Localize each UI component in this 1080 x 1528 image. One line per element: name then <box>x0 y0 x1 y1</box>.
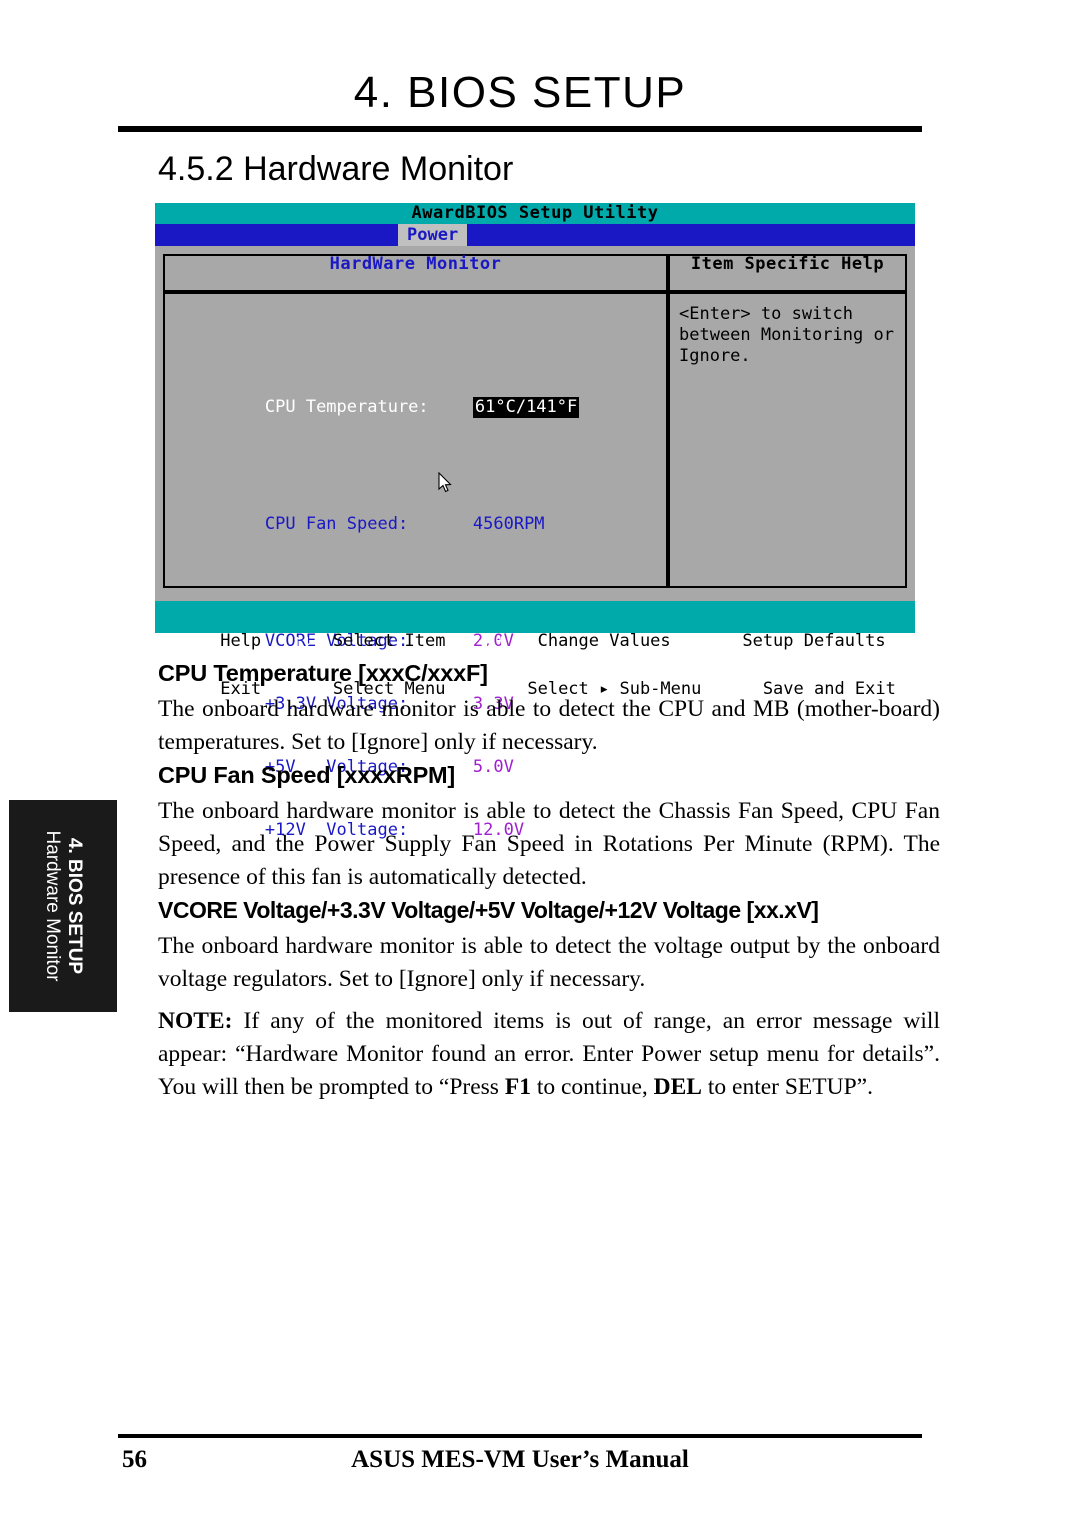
bios-setup-screenshot: AwardBIOS Setup Utility Power HardWare M… <box>155 203 915 840</box>
side-tab-section-label: Hardware Monitor <box>42 830 63 982</box>
paragraph-cpu-temperature: The onboard hardware monitor is able to … <box>158 696 940 755</box>
bios-key-legend-bar: F1 Help ↑↓ Select Item -/+ Change Values… <box>155 601 915 698</box>
item-specific-help-title: Item Specific Help <box>690 254 885 274</box>
bios-menu-bar: Power <box>155 224 915 246</box>
paragraph-cpu-fan-speed: The onboard hardware monitor is able to … <box>158 798 940 890</box>
note-part-3: to enter SETUP”. <box>701 1074 873 1100</box>
bios-content-area: HardWare Monitor Item Specific Help CPU … <box>155 246 915 840</box>
header-rule <box>118 126 922 132</box>
side-chapter-tab: 4. BIOS SETUP Hardware Monitor <box>9 800 117 1012</box>
heading-cpu-fan-speed: CPU Fan Speed [xxxxRPM] <box>158 762 456 788</box>
key-f5: F5 <box>701 631 722 651</box>
key-minus-plus: -/+ <box>476 631 507 651</box>
footer-rule <box>118 1434 922 1438</box>
action-setup-defaults: Setup Defaults <box>742 631 886 651</box>
note-key-f1: F1 <box>504 1074 531 1100</box>
heading-voltage: VCORE Voltage/+3.3V Voltage/+5V Voltage/… <box>158 897 819 923</box>
paragraph-voltage: The onboard hardware monitor is able to … <box>158 933 940 992</box>
action-select-item: Select Item <box>332 631 446 651</box>
note-part-2: to continue, <box>530 1074 654 1100</box>
hardware-monitor-title: HardWare Monitor <box>329 254 502 274</box>
heading-cpu-temperature: CPU Temperature [xxxC/xxxF] <box>158 660 488 686</box>
paragraph-note: NOTE: If any of the monitored items is o… <box>158 1005 940 1104</box>
monitor-label: CPU Temperature: <box>264 397 429 417</box>
side-tab-chapter-label: 4. BIOS SETUP <box>64 837 85 975</box>
monitor-row-cpu-fan-speed[interactable]: CPU Fan Speed: 4560RPM <box>183 493 579 534</box>
monitor-value[interactable]: 4560RPM <box>473 514 545 535</box>
note-label: NOTE: <box>158 1008 233 1034</box>
section-heading: 4.5.2 Hardware Monitor <box>158 150 514 188</box>
key-up-down-arrows-icon: ↑↓ <box>291 631 313 651</box>
item-specific-help-text: <Enter> to switch between Monitoring or … <box>679 304 894 366</box>
action-help: Help <box>220 631 262 651</box>
bios-title-bar: AwardBIOS Setup Utility <box>155 203 915 224</box>
action-change-values: Change Values <box>537 631 671 651</box>
note-key-del: DEL <box>653 1074 702 1100</box>
monitor-label: CPU Fan Speed: <box>264 514 409 534</box>
mouse-pointer-icon <box>438 472 452 493</box>
monitor-row-cpu-temperature[interactable]: CPU Temperature: 61°C/141°F <box>183 376 580 418</box>
key-legend-row-1: F1 Help ↑↓ Select Item -/+ Change Values… <box>155 631 915 651</box>
footer-manual-title: ASUS MES-VM User’s Manual <box>351 1446 689 1473</box>
page-title: 4. BIOS SETUP <box>353 68 687 117</box>
monitor-value[interactable]: 61°C/141°F <box>472 397 580 418</box>
side-chapter-tab-text: 4. BIOS SETUP Hardware Monitor <box>41 800 85 1012</box>
menu-tab-power[interactable]: Power <box>398 224 468 246</box>
key-f1: F1 <box>169 631 190 651</box>
